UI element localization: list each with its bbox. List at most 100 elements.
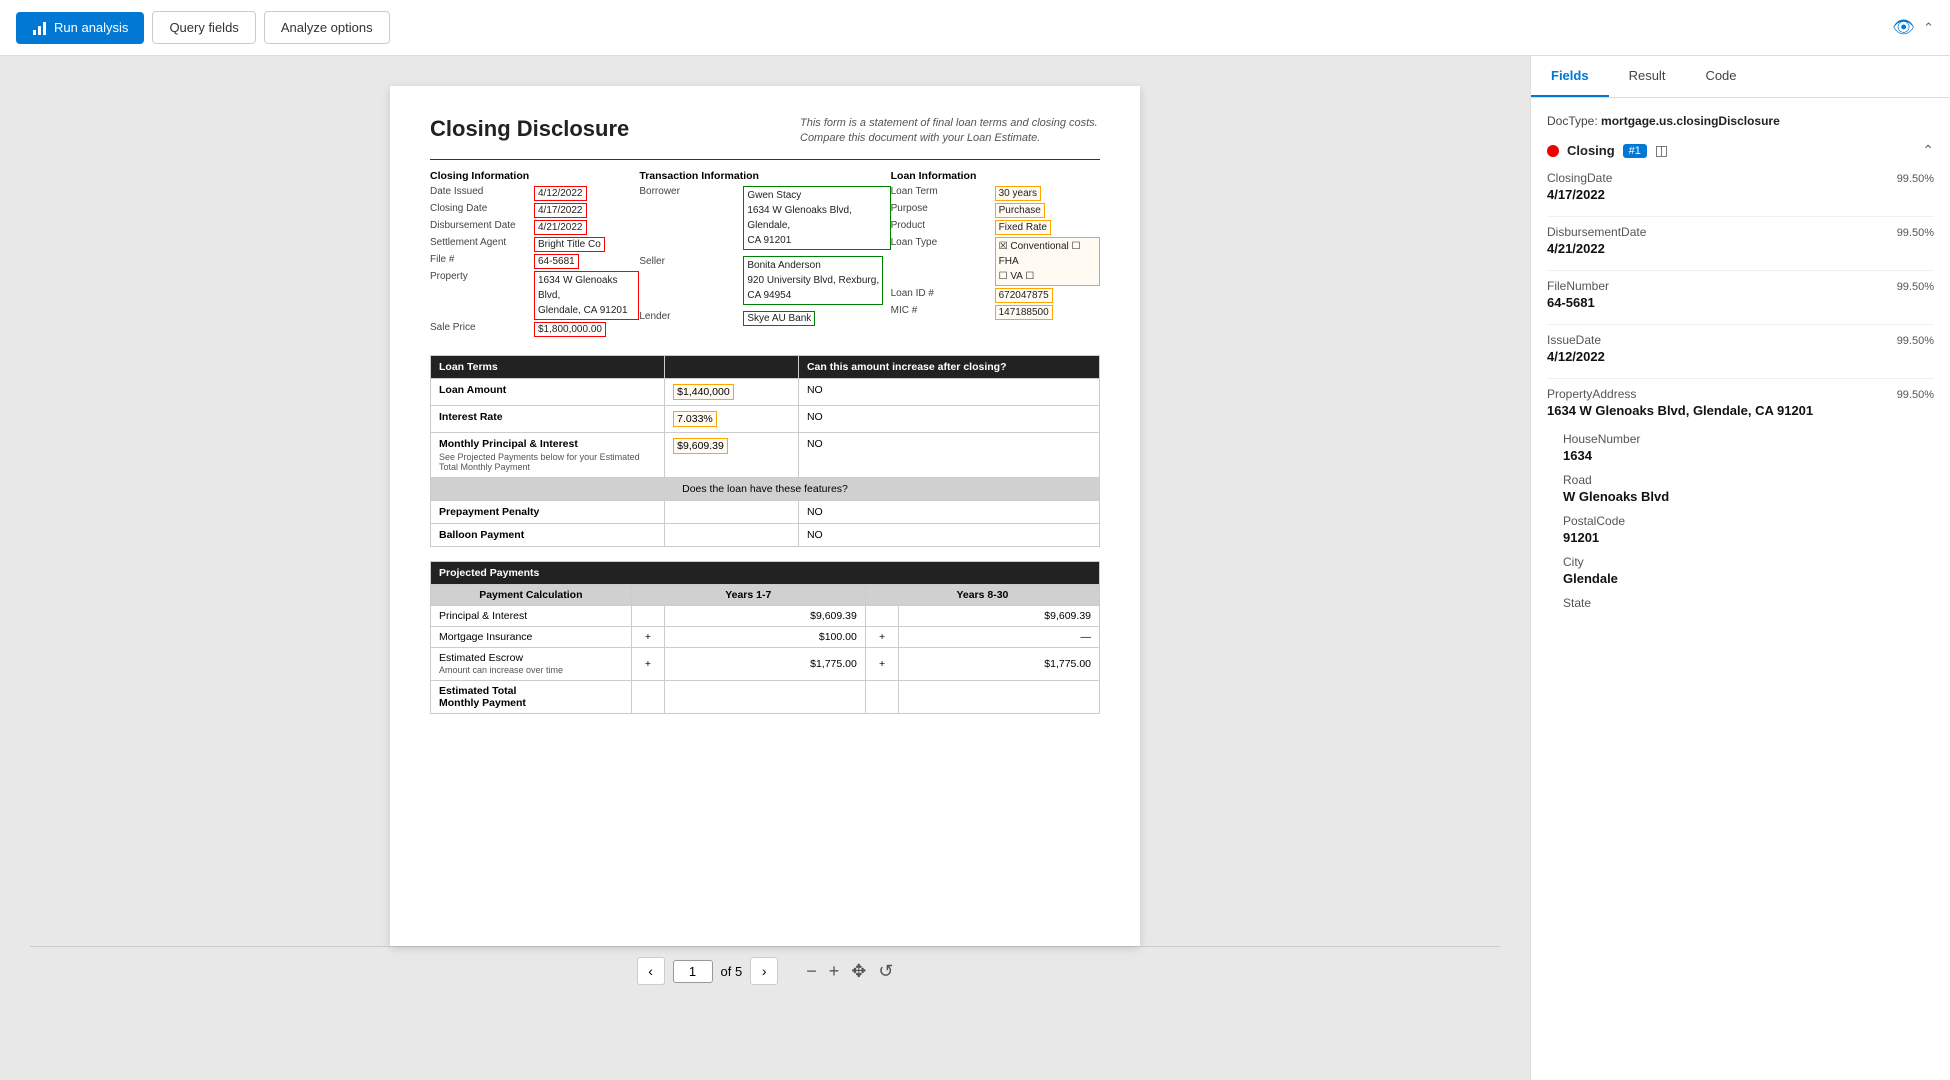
analyze-options-button[interactable]: Analyze options xyxy=(264,11,390,44)
toolbar-right: 👁 ⌃ xyxy=(1892,17,1934,38)
proj-mi-plus2: + xyxy=(865,626,898,647)
info-row-seller: Seller Bonita Anderson920 University Blv… xyxy=(639,256,890,305)
field-issue-date-header: IssueDate 99.50% xyxy=(1547,333,1934,347)
page-of-label: of 5 xyxy=(721,964,743,979)
grid-icon[interactable]: ◫ xyxy=(1655,142,1668,159)
page-tools: − + ✥ ↺ xyxy=(806,961,893,982)
field-issue-date-name: IssueDate xyxy=(1547,333,1601,347)
run-analysis-button[interactable]: Run analysis xyxy=(16,12,144,44)
info-row-property: Property 1634 W Glenoaks Blvd,Glendale, … xyxy=(430,271,639,320)
proj-pi-val1: $9,609.39 xyxy=(665,605,866,626)
section-badge: #1 xyxy=(1623,144,1647,158)
right-panel: Fields Result Code DocType: mortgage.us.… xyxy=(1530,56,1950,1080)
balloon-label: Balloon Payment xyxy=(431,523,665,546)
fit-page-icon[interactable]: ✥ xyxy=(851,961,866,982)
projected-payments-table: Projected Payments Payment Calculation Y… xyxy=(430,561,1100,714)
proj-pi-label: Principal & Interest xyxy=(431,605,632,626)
balloon-row: Balloon Payment NO xyxy=(431,523,1100,546)
document-viewer: Closing Disclosure This form is a statem… xyxy=(0,56,1530,1080)
proj-escrow-plus1: + xyxy=(631,647,664,680)
info-row-purpose: Purpose Purchase xyxy=(891,203,1100,218)
proj-col-header-row: Payment Calculation Years 1-7 Years 8-30 xyxy=(431,584,1100,605)
next-page-button[interactable]: › xyxy=(750,957,778,985)
prepayment-answer: NO xyxy=(798,500,1099,523)
field-file-number-name: FileNumber xyxy=(1547,279,1609,293)
tab-result[interactable]: Result xyxy=(1609,56,1686,97)
doctype-value: mortgage.us.closingDisclosure xyxy=(1601,114,1780,128)
doc-title-block: Closing Disclosure xyxy=(430,116,629,146)
doc-divider xyxy=(430,159,1100,160)
features-subheader: Does the loan have these features? xyxy=(431,477,1100,500)
rotate-icon[interactable]: ↺ xyxy=(878,961,893,982)
field-closing-date-confidence: 99.50% xyxy=(1897,173,1934,185)
proj-escrow-val2: $1,775.00 xyxy=(899,647,1100,680)
loan-amount-row: Loan Amount $1,440,000 NO xyxy=(431,378,1100,405)
section-header: Closing #1 ◫ ⌃ xyxy=(1547,142,1934,159)
proj-row-total: Estimated TotalMonthly Payment xyxy=(431,680,1100,713)
tab-fields[interactable]: Fields xyxy=(1531,56,1609,97)
field-property-address: PropertyAddress 99.50% 1634 W Glenoaks B… xyxy=(1547,387,1934,418)
proj-escrow-val1: $1,775.00 xyxy=(665,647,866,680)
info-row-loan-id: Loan ID # 672047875 xyxy=(891,288,1100,303)
query-fields-button[interactable]: Query fields xyxy=(152,11,255,44)
tab-code[interactable]: Code xyxy=(1685,56,1756,97)
info-row-date-issued: Date Issued 4/12/2022 xyxy=(430,186,639,201)
monthly-pi-note: See Projected Payments below for your Es… xyxy=(439,452,656,472)
info-row-closing-date: Closing Date 4/17/2022 xyxy=(430,203,639,218)
right-panel-tabs: Fields Result Code xyxy=(1531,56,1950,98)
section-dot xyxy=(1547,145,1559,157)
field-closing-date-name: ClosingDate xyxy=(1547,171,1612,185)
info-row-settlement-agent: Settlement Agent Bright Title Co xyxy=(430,237,639,252)
transaction-info-col: Transaction Information Borrower Gwen St… xyxy=(639,170,890,339)
field-file-number-confidence: 99.50% xyxy=(1897,281,1934,293)
loan-terms-table: Loan Terms Can this amount increase afte… xyxy=(430,355,1100,547)
info-row-product: Product Fixed Rate xyxy=(891,220,1100,235)
pagination-bar: ‹ of 5 › − + ✥ ↺ xyxy=(30,946,1500,995)
monthly-pi-value: $9,609.39 xyxy=(665,432,799,477)
proj-mi-plus1: + xyxy=(631,626,664,647)
features-header-row: Does the loan have these features? xyxy=(431,477,1100,500)
info-row-file: File # 64-5681 xyxy=(430,254,639,269)
zoom-in-icon[interactable]: + xyxy=(829,961,840,982)
info-row-loan-term: Loan Term 30 years xyxy=(891,186,1100,201)
chart-icon xyxy=(32,20,48,36)
loan-info-col: Loan Information Loan Term 30 years Purp… xyxy=(891,170,1100,339)
interest-rate-row: Interest Rate 7.033% NO xyxy=(431,405,1100,432)
doc-subtitle: This form is a statement of final loan t… xyxy=(800,116,1100,147)
page-number-input[interactable] xyxy=(673,960,713,983)
chevron-down-icon[interactable]: ⌃ xyxy=(1923,20,1934,36)
loan-amount-value: $1,440,000 xyxy=(665,378,799,405)
query-fields-label: Query fields xyxy=(169,20,238,35)
interest-rate-answer: NO xyxy=(798,405,1099,432)
subfield-city: City Glendale xyxy=(1563,555,1934,586)
doc-header: Closing Disclosure This form is a statem… xyxy=(430,116,1100,147)
proj-pi-val2: $9,609.39 xyxy=(899,605,1100,626)
subfield-state: State xyxy=(1563,596,1934,610)
subfield-road: Road W Glenoaks Blvd xyxy=(1563,473,1934,504)
info-row-disbursement-date: Disbursement Date 4/21/2022 xyxy=(430,220,639,235)
doc-title: Closing Disclosure xyxy=(430,116,629,142)
info-row-sale-price: Sale Price $1,800,000.00 xyxy=(430,322,639,337)
proj-total-label: Estimated TotalMonthly Payment xyxy=(431,680,632,713)
monthly-pi-answer: NO xyxy=(798,432,1099,477)
proj-row-escrow: Estimated EscrowAmount can increase over… xyxy=(431,647,1100,680)
prev-page-button[interactable]: ‹ xyxy=(637,957,665,985)
field-property-address-name: PropertyAddress xyxy=(1547,387,1636,401)
can-increase-header: Can this amount increase after closing? xyxy=(798,355,1099,378)
document-page: Closing Disclosure This form is a statem… xyxy=(390,86,1140,946)
proj-total-val1 xyxy=(665,680,866,713)
proj-col-years1-7: Years 1-7 xyxy=(631,584,865,605)
collapse-icon[interactable]: ⌃ xyxy=(1922,142,1934,159)
field-issue-date-value: 4/12/2022 xyxy=(1547,349,1934,364)
field-issue-date-confidence: 99.50% xyxy=(1897,335,1934,347)
info-row-borrower: Borrower Gwen Stacy1634 W Glenoaks Blvd,… xyxy=(639,186,890,250)
field-disbursement-date-value: 4/21/2022 xyxy=(1547,241,1934,256)
field-closing-date-value: 4/17/2022 xyxy=(1547,187,1934,202)
zoom-out-icon[interactable]: − xyxy=(806,961,817,982)
field-closing-date: ClosingDate 99.50% 4/17/2022 xyxy=(1547,171,1934,202)
proj-mi-val1: $100.00 xyxy=(665,626,866,647)
visibility-icon[interactable]: 👁 xyxy=(1892,17,1915,38)
balloon-answer: NO xyxy=(798,523,1099,546)
proj-row-pi: Principal & Interest $9,609.39 $9,609.39 xyxy=(431,605,1100,626)
analyze-options-label: Analyze options xyxy=(281,20,373,35)
